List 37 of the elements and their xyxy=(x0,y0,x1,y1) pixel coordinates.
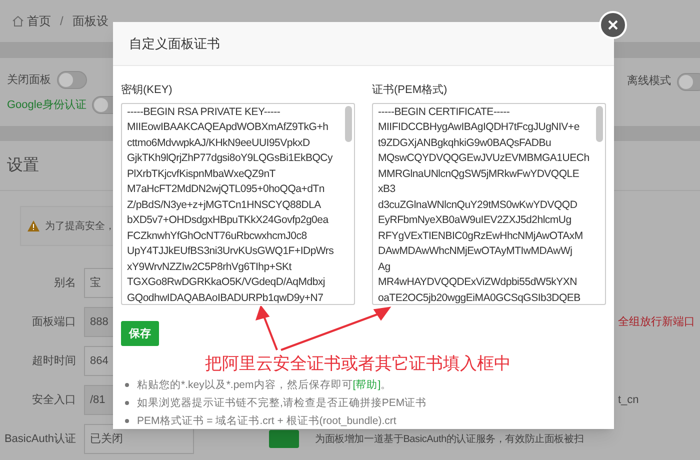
warning-text: 为了提高安全， xyxy=(45,220,115,234)
basic-auth-hint: 为面板增加一道基于BasicAuth的认证服务，有效防止面板被扫 xyxy=(315,432,584,446)
close-icon[interactable] xyxy=(608,20,618,30)
home-icon[interactable] xyxy=(12,15,24,27)
entry-note: t_cn xyxy=(618,392,639,408)
field-label: 超时时间 xyxy=(31,354,77,369)
tip-text: 粘贴您的*.key以及*.pem内容，然后保存即可[帮助]。 xyxy=(137,378,392,392)
warning-icon xyxy=(27,220,40,232)
bullet-icon xyxy=(125,401,129,406)
switch-label: 关闭面板 xyxy=(7,72,51,88)
save-button[interactable]: 保存 xyxy=(121,321,159,346)
field-label: 安全入口 xyxy=(31,392,77,408)
toggle-button[interactable] xyxy=(269,430,299,448)
help-link[interactable]: [帮助] xyxy=(352,379,381,392)
field-label: 别名 xyxy=(53,276,77,291)
key-field[interactable]: -----BEGIN RSA PRIVATE KEY----- MIIEowIBAAKCAQEApdWOBXmAfZ9TkG+h cttmo6MdvwpkAJ/KHkN9eeUUI95VpkxD GjkTKh9lQrjZhP77dgsi8oY9LQGsBi1EkBQCy PlXrbTKjcvfKispnMbaWxeQZ9nT M7aHcFT2MdDN2wjQTL095+0hoQQa+dTn Z/pBdS/N3ye+z+jMGTCn1HNSCYQ88DLA bXD5v7+OHDsdgxHBpuTKkX24Govfp2g0ea FCZknwhYfGhOcNT76uRbcwxhcmJ0c8 UpY4TJJkEUfBS3ni3UrvKUsGWQ1F+IDpWrs xY9WrvNZZIw2C5P8rhVg6TIhp+SKt TGXGo8RwDGRKkaO5K/VGdeqD/AqMdbxj GQodhwIDAQABAoIBADURPb1qwD9y+N7 xyxy=(121,102,355,304)
breadcrumb-separator: / xyxy=(59,13,64,30)
switch-label: 离线模式 xyxy=(627,74,671,89)
toggle-switch[interactable] xyxy=(677,73,700,91)
port-note: 全组放行新端口 xyxy=(618,314,695,330)
field-label: BasicAuth认证 xyxy=(3,432,77,447)
breadcrumb-link[interactable]: 首页 xyxy=(27,12,51,30)
switch-label: Google身份认证 xyxy=(7,98,86,113)
certificate-field[interactable]: -----BEGIN CERTIFICATE----- MIIFIDCCBHygAwIBAgIQDH7tFcgJUgNIV+e t9ZDGXjANBgkqhkiG9w0BAQsFADBu MQswCQYDVQQGEwJVUzEVMBMGA1UECh MMRGlnaUNlcnQgSW5jMRkwFwYDVQQLE xB3 d3cuZGlnaWNlcnQuY29tMS0wKwYDVQQD EyRFbmNyeXB0aW9uIEV2ZXJ5d2hlcmUg RFYgVExTIENBIC0gRzEwHhcNMjAwOTAxM DAwMDAwWhcNMjEwOTAyMTIwMDAwWj Ag MR4wHAYDVQQDExViZWdpbi55dW5kYXN oaTE2OC5jb20wggEiMA0GCSqGSIb3DQEB xyxy=(372,102,606,304)
bullet-icon xyxy=(125,419,129,424)
annotation-text: 把阿里云安全证书或者其它证书填入框中 xyxy=(205,354,511,374)
field-label: 面板端口 xyxy=(31,314,77,330)
field-label: 密钥(KEY) xyxy=(121,82,174,98)
scrollbar-thumb[interactable] xyxy=(596,106,603,142)
dialog-title: 自定义面板证书 xyxy=(129,34,220,53)
tip-text: 如果浏览器提示证书链不完整,请检查是否正确拼接PEM证书 xyxy=(137,396,427,410)
section-title: 设置 xyxy=(7,156,39,176)
breadcrumb-current: 面板设 xyxy=(72,13,108,30)
bullet-icon xyxy=(125,383,129,388)
field-label: 证书(PEM格式) xyxy=(372,83,448,98)
scrollbar-thumb[interactable] xyxy=(345,106,352,142)
toggle-switch[interactable] xyxy=(57,71,87,89)
